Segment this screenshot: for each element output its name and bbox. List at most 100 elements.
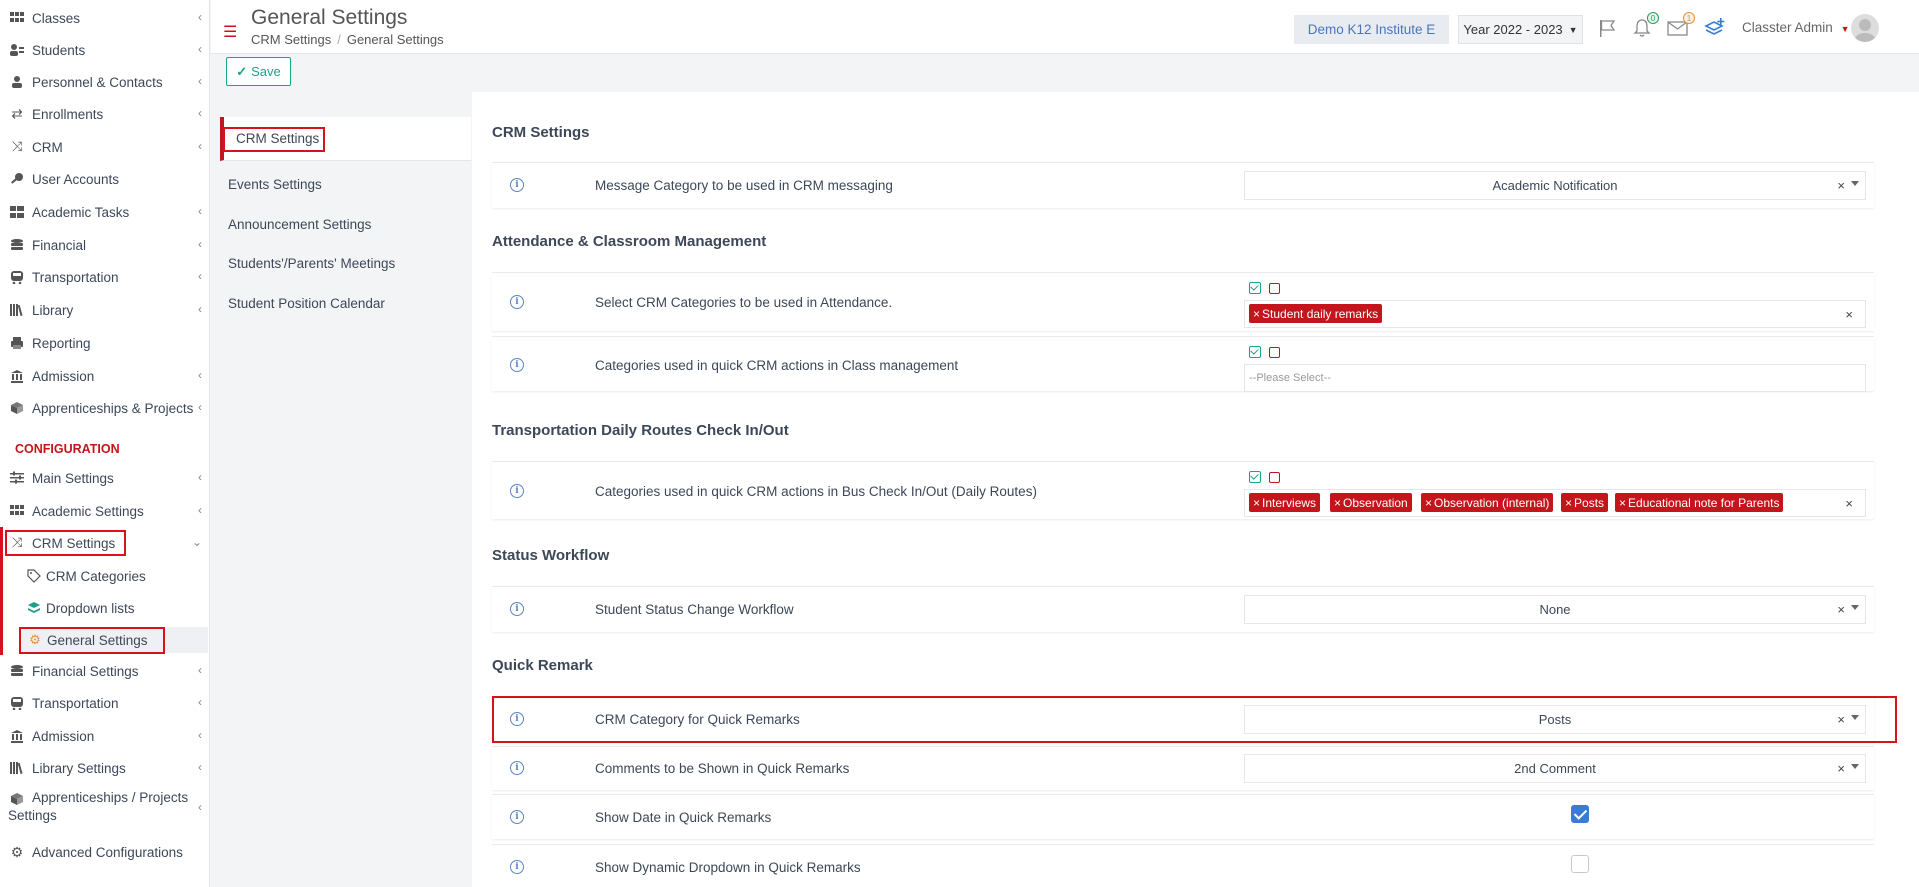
sidebar-item-library-settings[interactable]: Library Settings ‹ — [0, 755, 210, 781]
remove-tag-icon[interactable]: × — [1334, 496, 1341, 510]
selected-tag: × Observation — [1330, 493, 1412, 512]
sidebar-item-advanced-configurations[interactable]: ⚙ Advanced Configurations — [0, 839, 210, 865]
settings-nav-announcements[interactable]: Announcement Settings — [228, 217, 371, 232]
sidebar-item-label: CRM Settings — [32, 535, 116, 551]
settings-nav-events[interactable]: Events Settings — [228, 177, 322, 192]
info-icon[interactable]: i — [510, 712, 524, 726]
sidebar-item-label: Academic Tasks — [32, 204, 130, 220]
institute-selector[interactable]: Demo K12 Institute E — [1294, 15, 1449, 44]
info-icon[interactable]: i — [510, 860, 524, 874]
sidebar-subitem-general-settings[interactable]: ⚙ General Settings — [21, 627, 208, 653]
class-management-multiselect[interactable]: --Please Select-- — [1244, 364, 1866, 392]
clear-icon[interactable]: × — [1845, 496, 1853, 511]
caret-down-icon — [1851, 181, 1859, 186]
settings-nav-position-calendar[interactable]: Student Position Calendar — [228, 296, 385, 311]
sidebar-item-library[interactable]: Library ‹ — [0, 297, 210, 323]
layers-plus-icon[interactable] — [1703, 16, 1727, 40]
info-icon[interactable]: i — [510, 602, 524, 616]
clear-icon[interactable]: × — [1845, 307, 1853, 322]
message-category-select[interactable]: Academic Notification × — [1244, 171, 1866, 200]
info-icon[interactable]: i — [510, 761, 524, 775]
remove-tag-icon[interactable]: × — [1253, 496, 1260, 510]
sidebar-item-reporting[interactable]: Reporting — [0, 330, 210, 356]
remove-tag-icon[interactable]: × — [1425, 496, 1432, 510]
deselect-all-icon[interactable] — [1269, 471, 1280, 483]
chevron-left-icon: ‹ — [198, 237, 202, 251]
info-icon[interactable]: i — [510, 295, 524, 309]
year-selector[interactable]: Year 2022 - 2023 ▼ — [1458, 15, 1583, 44]
select-all-icon[interactable] — [1249, 282, 1261, 294]
select-all-icon[interactable] — [1249, 346, 1261, 358]
setting-label: Show Dynamic Dropdown in Quick Remarks — [595, 860, 861, 875]
user-name: Classter Admin — [1742, 20, 1833, 35]
sidebar-item-user-accounts[interactable]: User Accounts — [0, 166, 210, 192]
info-icon[interactable]: i — [510, 358, 524, 372]
sidebar-subitem-crm-categories[interactable]: CRM Categories — [24, 563, 206, 589]
breadcrumb-item[interactable]: CRM Settings — [251, 32, 331, 47]
sidebar-item-crm-settings[interactable]: ⤨ CRM Settings ⌄ — [0, 530, 210, 556]
clear-icon[interactable]: × — [1837, 178, 1845, 193]
shuffle-icon: ⤨ — [11, 535, 23, 550]
status-workflow-select[interactable]: None × — [1244, 595, 1866, 624]
sidebar-item-transportation[interactable]: Transportation ‹ — [0, 264, 210, 290]
remove-tag-icon[interactable]: × — [1619, 496, 1626, 510]
quick-remark-category-select[interactable]: Posts × — [1244, 705, 1866, 734]
info-icon[interactable]: i — [510, 178, 524, 192]
envelope-icon[interactable]: 1 — [1666, 12, 1695, 40]
settings-nav-meetings[interactable]: Students'/Parents' Meetings — [228, 256, 395, 271]
sidebar-item-label: Students — [32, 42, 86, 58]
breadcrumb-item: General Settings — [346, 32, 444, 47]
tag-label: Observation — [1343, 495, 1408, 510]
key-icon — [8, 171, 26, 187]
sidebar-item-label: Apprenticeships / Projects — [32, 790, 189, 805]
settings-nav-crm[interactable]: CRM Settings — [220, 117, 471, 161]
sidebar-item-students[interactable]: Students ‹ — [0, 37, 210, 63]
sidebar-item-financial[interactable]: Financial ‹ — [0, 232, 210, 258]
bell-icon[interactable]: 0 — [1630, 12, 1659, 40]
show-dynamic-dropdown-checkbox[interactable] — [1571, 855, 1589, 873]
toolbar: ✓ Save — [211, 55, 1919, 91]
show-date-checkbox[interactable] — [1571, 805, 1589, 823]
tag-label: Posts — [1574, 495, 1605, 510]
clear-icon[interactable]: × — [1837, 761, 1845, 776]
setting-label: Message Category to be used in CRM messa… — [595, 178, 893, 193]
sidebar-item-admission-settings[interactable]: Admission ‹ — [0, 723, 210, 749]
save-button[interactable]: ✓ Save — [226, 57, 291, 86]
sidebar-item-apprenticeships-settings[interactable]: Apprenticeships / Projects Settings ‹ — [0, 790, 210, 828]
bus-categories-multiselect[interactable]: × Interviews × Observation × Observation (i… — [1244, 489, 1866, 517]
quick-remark-comments-select[interactable]: 2nd Comment × — [1244, 754, 1866, 783]
clear-icon[interactable]: × — [1837, 602, 1845, 617]
building-icon — [8, 368, 26, 384]
sidebar-item-admission[interactable]: Admission ‹ — [0, 363, 210, 389]
deselect-all-icon[interactable] — [1269, 282, 1280, 294]
sidebar-item-label: Advanced Configurations — [32, 844, 183, 860]
sidebar-item-apprenticeships[interactable]: Apprenticeships & Projects ‹ — [0, 395, 210, 421]
info-icon[interactable]: i — [510, 484, 524, 498]
info-icon[interactable]: i — [510, 810, 524, 824]
deselect-all-icon[interactable] — [1269, 346, 1280, 358]
sidebar-item-personnel[interactable]: Personnel & Contacts ‹ — [0, 69, 210, 95]
flag-icon[interactable] — [1595, 16, 1619, 40]
clear-icon[interactable]: × — [1837, 712, 1845, 727]
setting-row-attendance-categories: i Select CRM Categories to be used in At… — [492, 272, 1874, 331]
sidebar-subitem-dropdown-lists[interactable]: Dropdown lists — [24, 595, 206, 621]
section-title-transport: Transportation Daily Routes Check In/Out — [492, 422, 789, 439]
user-menu[interactable]: Classter Admin ▼ — [1742, 20, 1849, 35]
sidebar-item-academic-settings[interactable]: Academic Settings ‹ — [0, 498, 210, 524]
gear-icon: ⚙ — [29, 632, 41, 647]
sidebar-item-transportation-settings[interactable]: Transportation ‹ — [0, 690, 210, 716]
remove-tag-icon[interactable]: × — [1565, 496, 1572, 510]
menu-toggle-icon[interactable]: ☰ — [223, 22, 237, 42]
remove-tag-icon[interactable]: × — [1253, 307, 1260, 321]
message-count-badge: 1 — [1683, 12, 1695, 24]
sidebar-item-enrollments[interactable]: ⇄ Enrollments ‹ — [0, 101, 210, 127]
sidebar-item-classes[interactable]: Classes ‹ — [0, 5, 210, 31]
select-value: Academic Notification — [1492, 178, 1618, 193]
sidebar-item-crm[interactable]: ⤨ CRM ‹ — [0, 134, 210, 160]
attendance-categories-multiselect[interactable]: × Student daily remarks × — [1244, 300, 1866, 328]
sidebar-item-financial-settings[interactable]: Financial Settings ‹ — [0, 658, 210, 684]
avatar[interactable] — [1851, 14, 1879, 42]
sidebar-item-academic-tasks[interactable]: Academic Tasks ‹ — [0, 199, 210, 225]
select-all-icon[interactable] — [1249, 471, 1261, 483]
sidebar-item-main-settings[interactable]: Main Settings ‹ — [0, 465, 210, 491]
